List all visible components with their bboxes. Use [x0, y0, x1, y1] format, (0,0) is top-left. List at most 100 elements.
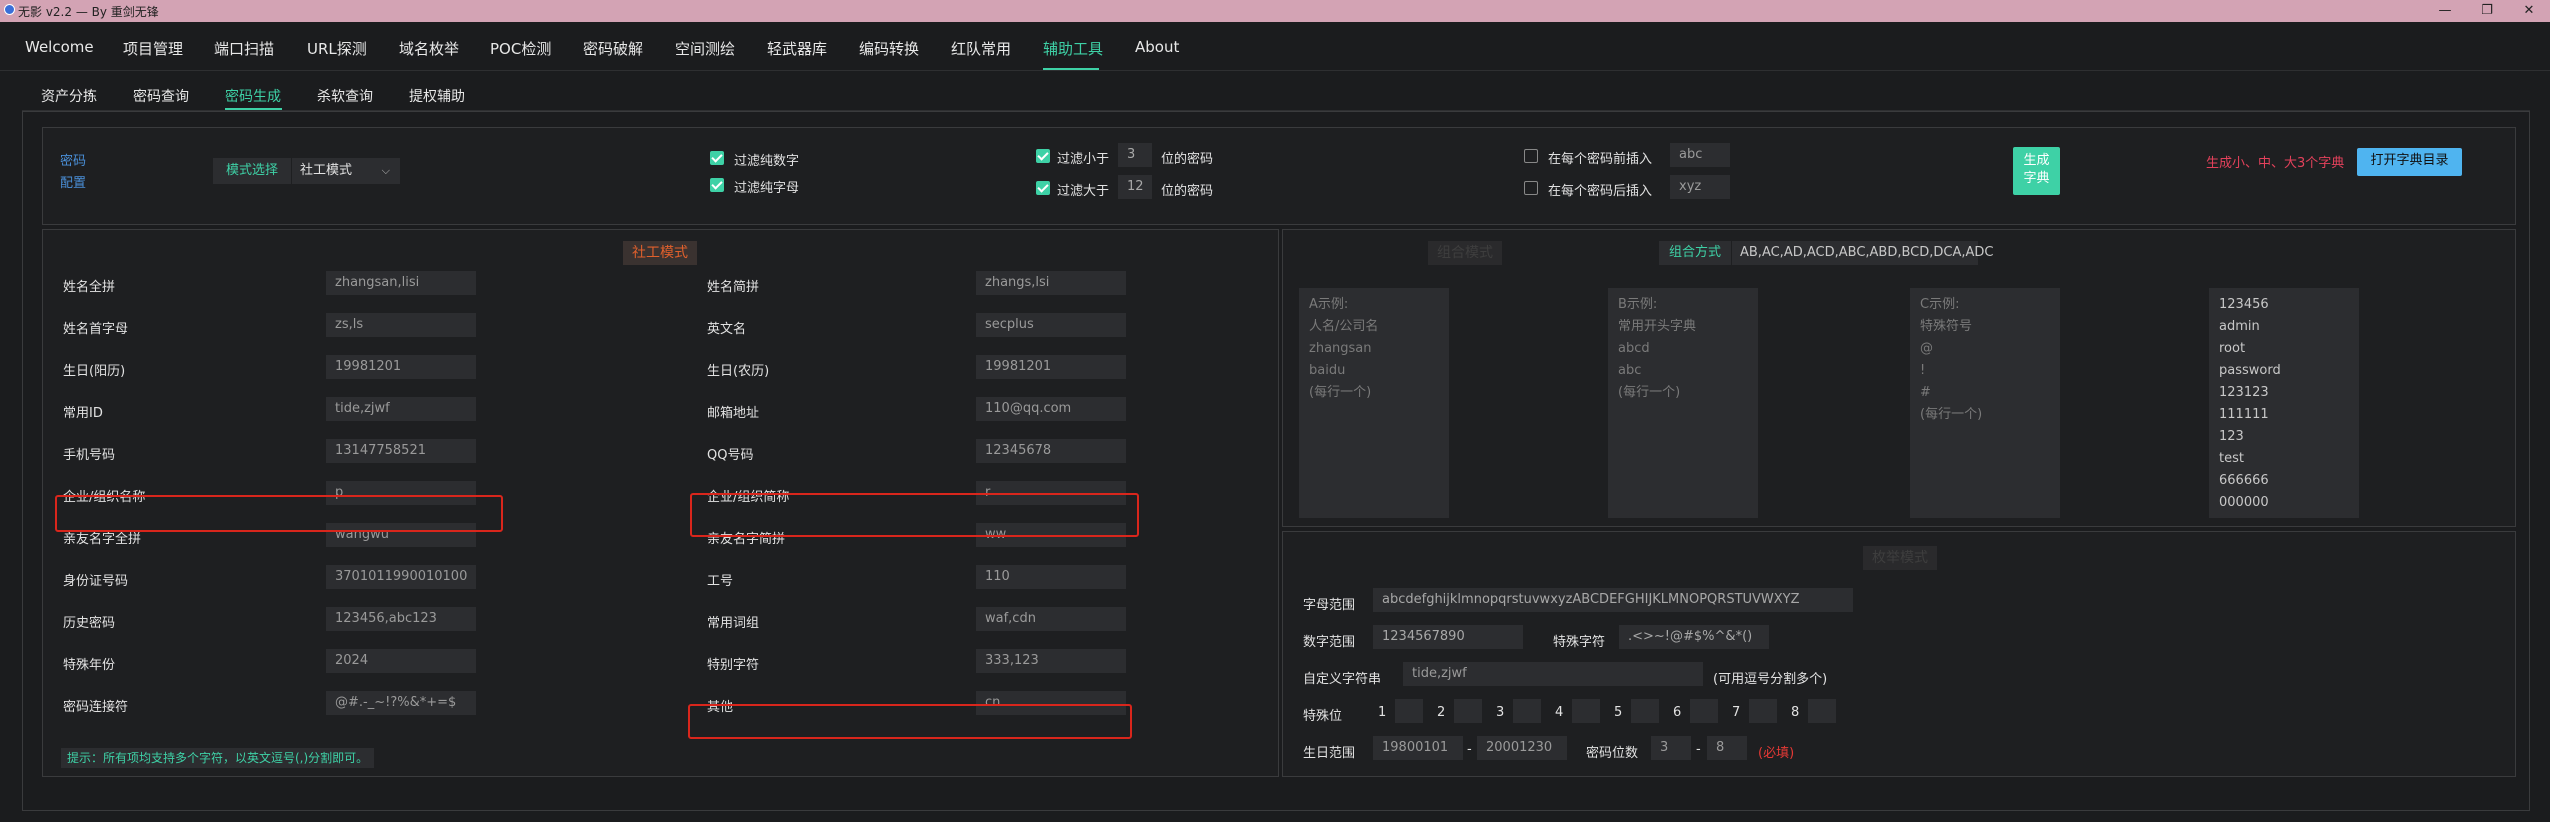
letters-input[interactable]: abcdefghijklmnopqrstuvwxyzABCDEFGHIJKLMN… [1373, 588, 1853, 612]
open-dict-dir-button[interactable]: 打开字典目录 [2357, 148, 2462, 176]
special-position-input[interactable] [1631, 699, 1659, 723]
length-to-input[interactable]: 8 [1707, 736, 1747, 760]
special-position-input[interactable] [1808, 699, 1836, 723]
subtab-password-generate[interactable]: 密码生成 [225, 86, 281, 106]
social-right-input[interactable]: 333,123 [976, 649, 1126, 673]
tab-password-crack[interactable]: 密码破解 [583, 38, 643, 59]
special-position-number: 8 [1791, 705, 1800, 720]
special-position-number: 3 [1496, 705, 1505, 720]
social-left-label: 手机号码 [63, 448, 116, 463]
social-left-input[interactable]: 19981201 [326, 355, 476, 379]
combo-b-textarea[interactable]: B示例: 常用开头字典 abcd abc (每行一个) [1608, 288, 1758, 518]
social-left-input[interactable]: tide,zjwf [326, 397, 476, 421]
social-left-input[interactable]: @#.-_~!?%&*+=$ [326, 691, 476, 715]
insert-after-input[interactable]: xyz [1670, 175, 1730, 199]
generate-dict-button[interactable]: 生成 字典 [2013, 147, 2060, 195]
social-left-input[interactable]: zs,ls [326, 313, 476, 337]
tab-domain-enum[interactable]: 域名枚举 [399, 38, 459, 59]
combo-a-textarea[interactable]: A示例: 人名/公司名 zhangsan baidu (每行一个) [1299, 288, 1449, 518]
special-position-input[interactable] [1395, 699, 1423, 723]
insert-after-checkbox[interactable] [1524, 181, 1538, 195]
social-left-label: 历史密码 [63, 616, 116, 631]
social-right-input[interactable]: 110 [976, 565, 1126, 589]
tab-url-probe[interactable]: URL探测 [307, 38, 367, 59]
combo-method-input[interactable]: AB,AC,AD,ACD,ABC,ABD,BCD,DCA,ADC [1732, 241, 1994, 265]
social-left-input[interactable]: 2024 [326, 649, 476, 673]
social-right-input[interactable]: waf,cdn [976, 607, 1126, 631]
maximize-button[interactable]: ❐ [2476, 2, 2498, 20]
digits-input[interactable]: 1234567890 [1373, 625, 1523, 649]
custom-string-input[interactable]: tide,zjwf [1403, 662, 1703, 686]
special-position-input[interactable] [1690, 699, 1718, 723]
mode-select[interactable]: 社工模式 ⌵ [292, 158, 400, 184]
special-position-number: 6 [1673, 705, 1682, 720]
length-from-input[interactable]: 3 [1651, 736, 1691, 760]
filter-min-suffix: 位的密码 [1161, 152, 1214, 167]
insert-before-checkbox[interactable] [1524, 149, 1538, 163]
filter-min-input[interactable]: 3 [1118, 143, 1152, 167]
length-required-hint: (必填) [1758, 746, 1795, 761]
social-left-input[interactable]: 123456,abc123 [326, 607, 476, 631]
generate-label-2: 字典 [2023, 171, 2050, 186]
tab-project-manage[interactable]: 项目管理 [123, 38, 183, 59]
social-tip: 提示：所有项均支持多个字符，以英文逗号(,)分割即可。 [61, 748, 375, 768]
social-right-label: 生日(农历) [707, 364, 770, 379]
tab-poc-check[interactable]: POC检测 [490, 38, 551, 59]
subtab-av-query[interactable]: 杀软查询 [317, 86, 373, 106]
tab-port-scan[interactable]: 端口扫描 [214, 38, 274, 59]
close-button[interactable]: ✕ [2518, 2, 2540, 20]
special-position-input[interactable] [1749, 699, 1777, 723]
birth-from-input[interactable]: 19800101 [1373, 736, 1463, 760]
highlight-other [688, 704, 1132, 739]
minimize-button[interactable]: — [2434, 2, 2456, 20]
special-position-input[interactable] [1454, 699, 1482, 723]
window-title: 无影 v2.2 — By 重剑无锋 [18, 5, 159, 19]
social-right-input[interactable]: zhangs,lsi [976, 271, 1126, 295]
subtab-password-query[interactable]: 密码查询 [133, 86, 189, 106]
social-right-input[interactable]: 12345678 [976, 439, 1126, 463]
special-chars-label: 特殊字符 [1553, 635, 1606, 650]
menu-divider [0, 70, 2550, 71]
social-left-input[interactable]: zhangsan,lisi [326, 271, 476, 295]
tab-red-team[interactable]: 红队常用 [951, 38, 1011, 59]
combo-mode-panel: 组合模式 组合方式 AB,AC,AD,ACD,ABC,ABD,BCD,DCA,A… [1282, 229, 2516, 527]
tab-space-mapping[interactable]: 空间测绘 [675, 38, 735, 59]
social-right-input[interactable]: 110@qq.com [976, 397, 1126, 421]
config-label-2: 配置 [60, 176, 87, 191]
generate-label-1: 生成 [2023, 153, 2050, 168]
social-left-label: 特殊年份 [63, 658, 116, 673]
subtab-privesc-aid[interactable]: 提权辅助 [409, 86, 465, 106]
insert-before-input[interactable]: abc [1670, 143, 1730, 167]
special-position-number: 5 [1614, 705, 1623, 720]
config-panel: 密码 配置 模式选择 社工模式 ⌵ 过滤纯数字 过滤纯字母 过滤小于 3 位的密… [42, 127, 2516, 225]
special-position-input[interactable] [1572, 699, 1600, 723]
subtab-asset-sort[interactable]: 资产分拣 [41, 86, 97, 106]
social-left-label: 密码连接符 [63, 700, 129, 715]
tab-aux-tools[interactable]: 辅助工具 [1043, 38, 1103, 59]
social-right-label: 工号 [707, 574, 734, 589]
combo-c-textarea[interactable]: C示例: 特殊符号 @ ! # (每行一个) [1910, 288, 2060, 518]
mode-select-label: 模式选择 [213, 158, 291, 184]
filter-digits-checkbox[interactable] [710, 151, 724, 165]
tab-encode-convert[interactable]: 编码转换 [859, 38, 919, 59]
tab-welcome[interactable]: Welcome [25, 38, 94, 56]
tab-light-weapons[interactable]: 轻武器库 [767, 38, 827, 59]
filter-max-checkbox[interactable] [1036, 181, 1050, 195]
social-left-label: 身份证号码 [63, 574, 129, 589]
social-right-input[interactable]: secplus [976, 313, 1126, 337]
social-left-label: 生日(阳历) [63, 364, 126, 379]
tab-about[interactable]: About [1135, 38, 1179, 56]
filter-max-suffix: 位的密码 [1161, 184, 1214, 199]
filter-max-input[interactable]: 12 [1118, 175, 1152, 199]
filter-letters-checkbox[interactable] [710, 178, 724, 192]
special-chars-input[interactable]: .<>~!@#$%^&*() [1619, 625, 1769, 649]
combo-d-textarea[interactable]: 123456 admin root password 123123 111111… [2209, 288, 2359, 518]
social-left-input[interactable]: 3701011990010100 [326, 565, 476, 589]
birth-to-input[interactable]: 20001230 [1477, 736, 1567, 760]
social-right-input[interactable]: 19981201 [976, 355, 1126, 379]
special-position-input[interactable] [1513, 699, 1541, 723]
social-left-input[interactable]: 13147758521 [326, 439, 476, 463]
birth-range-label: 生日范围 [1303, 746, 1356, 761]
filter-min-checkbox[interactable] [1036, 149, 1050, 163]
chevron-down-icon: ⌵ [381, 164, 390, 177]
